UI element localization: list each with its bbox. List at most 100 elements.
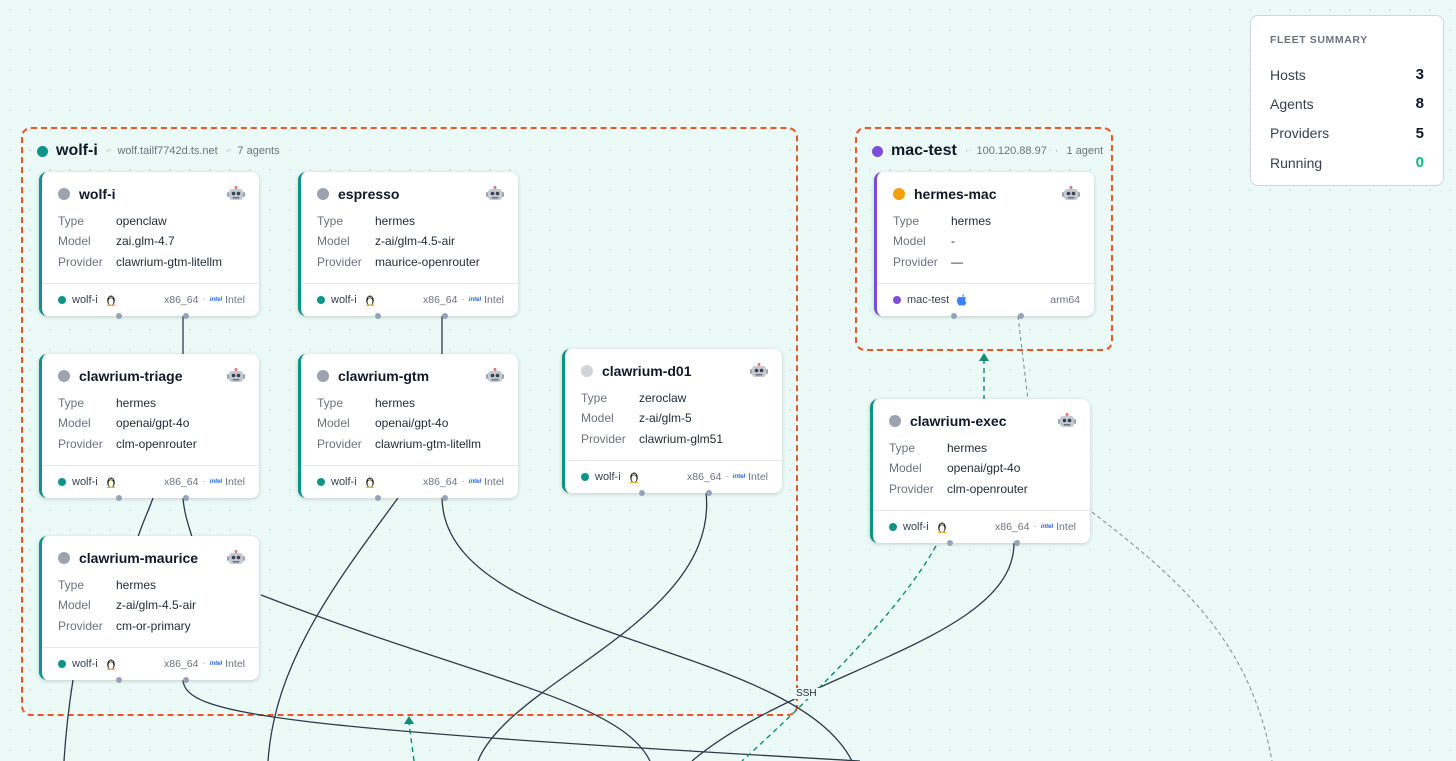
agent-card-hermes-mac[interactable]: hermes-mac Type hermes Model - Provider — m… xyxy=(874,172,1094,319)
agent-status-dot xyxy=(317,188,329,200)
agent-cpu: Intel xyxy=(225,657,245,670)
agent-type: hermes xyxy=(116,578,157,592)
agent-type: zeroclaw xyxy=(639,391,687,405)
separator: · xyxy=(202,476,206,488)
agent-name: clawrium-gtm xyxy=(338,368,430,384)
agent-status-dot xyxy=(893,188,905,200)
summary-row-hosts: Hosts 3 xyxy=(1270,60,1424,89)
field-label-type: Type xyxy=(893,214,920,228)
field-label-model: Model xyxy=(317,234,350,249)
agent-card-clawrium-d01[interactable]: clawrium-d01 Type zeroclaw Model z-ai/glm-… xyxy=(562,349,782,496)
agent-cpu: Intel xyxy=(484,475,504,488)
linux-tux-icon xyxy=(106,295,115,306)
host-label: mac-test xyxy=(907,293,950,306)
field-label-provider: Provider xyxy=(58,618,103,633)
separator: · xyxy=(461,294,465,306)
agent-model: openai/gpt-4o xyxy=(116,416,190,431)
intel-logo-icon: intel xyxy=(468,296,482,303)
connection-handle[interactable] xyxy=(116,312,122,319)
agent-arch: arm64 xyxy=(1050,293,1080,306)
host-group-header-mac-test[interactable]: mac-test · 100.120.88.97 · 1 agent xyxy=(872,142,1103,160)
connection-handle[interactable] xyxy=(183,494,189,501)
field-label-provider: Provider xyxy=(58,254,103,269)
agent-provider: maurice-openrouter xyxy=(375,254,480,269)
host-group-header-wolf-i[interactable]: wolf-i · wolf.tailf7742d.ts.net · 7 agen… xyxy=(37,142,280,160)
agent-status-dot xyxy=(58,370,70,382)
robot-icon xyxy=(227,186,245,200)
host-dot xyxy=(58,659,66,668)
agent-card-clawrium-maurice[interactable]: clawrium-maurice Type hermes Model z-ai/gl… xyxy=(39,536,259,683)
agent-card-wolf-i[interactable]: wolf-i Type openclaw Model zai.glm-4.7 Pro… xyxy=(39,172,259,319)
connection-handle[interactable] xyxy=(183,676,189,683)
connection-handle[interactable] xyxy=(951,312,957,319)
connection-handle[interactable] xyxy=(116,494,122,501)
connection-handle[interactable] xyxy=(442,312,448,319)
host-label: wolf-i xyxy=(72,293,98,306)
summary-value: 0 xyxy=(1415,154,1424,172)
agent-name: clawrium-exec xyxy=(910,413,1007,429)
host-dot xyxy=(58,295,66,304)
agent-card-clawrium-gtm[interactable]: clawrium-gtm Type hermes Model openai/gpt-… xyxy=(298,354,518,501)
agent-status-dot xyxy=(889,415,901,427)
agent-cpu: Intel xyxy=(484,293,504,306)
connection-handle[interactable] xyxy=(375,312,381,319)
connection-handle[interactable] xyxy=(375,494,381,501)
agent-card-espresso[interactable]: espresso Type hermes Model z-ai/glm-4.5-ai… xyxy=(298,172,518,319)
agent-provider: clawrium-glm51 xyxy=(639,431,724,446)
summary-label: Providers xyxy=(1270,125,1330,142)
agent-model: openai/gpt-4o xyxy=(947,461,1021,476)
field-label-type: Type xyxy=(317,396,344,410)
connection-handle[interactable] xyxy=(1014,539,1020,546)
connection-handle[interactable] xyxy=(947,539,953,546)
agent-model: z-ai/glm-4.5-air xyxy=(375,234,456,249)
agent-arch: x86_64 xyxy=(164,657,199,670)
linux-tux-icon xyxy=(365,477,374,488)
connection-handle[interactable] xyxy=(442,494,448,501)
field-label-model: Model xyxy=(889,461,922,476)
field-label-type: Type xyxy=(317,214,344,228)
host-status-dot xyxy=(37,145,48,157)
linux-tux-icon xyxy=(365,295,374,306)
summary-row-providers: Providers 5 xyxy=(1270,119,1424,148)
host-agent-count: 1 agent xyxy=(1066,145,1104,157)
agent-name: clawrium-d01 xyxy=(602,363,692,379)
arrow-mac-group xyxy=(979,353,989,361)
agent-type: hermes xyxy=(116,396,157,410)
edge-to-wolf-group-dashed xyxy=(408,722,415,761)
separator: · xyxy=(1054,145,1059,157)
agent-provider: cm-or-primary xyxy=(116,618,191,633)
agent-model: zai.glm-4.7 xyxy=(116,234,175,249)
agent-type: hermes xyxy=(375,396,416,410)
connection-handle[interactable] xyxy=(116,676,122,683)
field-label-model: Model xyxy=(581,411,614,426)
linux-tux-icon xyxy=(937,522,946,533)
connection-handle[interactable] xyxy=(639,489,645,496)
connection-handle[interactable] xyxy=(183,312,189,319)
edge-label-ssh: SSH xyxy=(793,688,820,699)
host-dot xyxy=(317,477,325,486)
field-label-model: Model xyxy=(893,234,926,249)
agent-card-clawrium-triage[interactable]: clawrium-triage Type hermes Model openai/g… xyxy=(39,354,259,501)
agent-cpu: Intel xyxy=(748,470,768,483)
separator: · xyxy=(225,145,230,157)
separator: · xyxy=(1033,521,1037,533)
separator: · xyxy=(202,658,206,670)
connection-handle[interactable] xyxy=(706,489,712,496)
connection-handle[interactable] xyxy=(1018,312,1024,319)
agent-arch: x86_64 xyxy=(995,520,1030,533)
host-status-dot xyxy=(872,145,883,157)
intel-logo-icon: intel xyxy=(209,478,223,485)
agent-card-clawrium-exec[interactable]: clawrium-exec Type hermes Model openai/gpt… xyxy=(870,399,1090,546)
field-label-provider: Provider xyxy=(317,254,362,269)
agent-type: hermes xyxy=(951,214,992,228)
agent-name: espresso xyxy=(338,186,400,202)
summary-row-agents: Agents 8 xyxy=(1270,89,1424,118)
arrow-wolf-group xyxy=(404,716,414,724)
separator: · xyxy=(964,145,969,157)
agent-arch: x86_64 xyxy=(164,475,199,488)
robot-icon xyxy=(227,550,245,564)
intel-logo-icon: intel xyxy=(209,296,223,303)
robot-icon xyxy=(750,363,768,377)
summary-label: Agents xyxy=(1270,95,1314,112)
agent-cpu: Intel xyxy=(225,293,245,306)
